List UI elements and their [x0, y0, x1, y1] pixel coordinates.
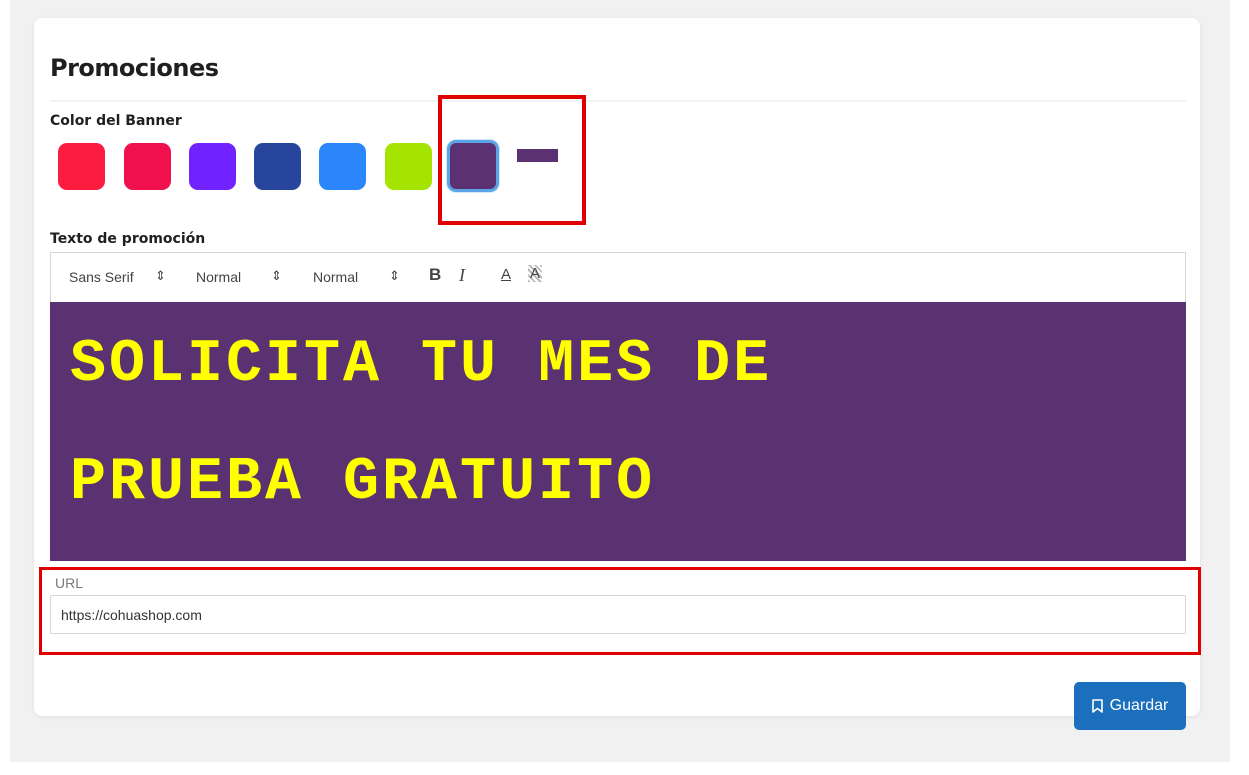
background-color-button[interactable]: A: [528, 265, 543, 282]
font-select[interactable]: Sans Serif: [69, 269, 134, 285]
save-button-label: Guardar: [1109, 697, 1169, 714]
bold-button[interactable]: B: [429, 265, 441, 285]
color-swatch-lime[interactable]: [385, 143, 432, 190]
color-swatch-pink[interactable]: [124, 143, 171, 190]
header-select[interactable]: Normal: [313, 269, 358, 285]
promo-text-label: Texto de promoción: [50, 231, 206, 247]
promo-text-line-2: PRUEBA GRATUITO: [70, 449, 656, 517]
color-swatch-red[interactable]: [58, 143, 105, 190]
size-select-arrow-icon: ⇕: [271, 268, 282, 283]
color-swatch-blue[interactable]: [319, 143, 366, 190]
banner-color-label: Color del Banner: [50, 113, 182, 129]
text-color-button[interactable]: A: [501, 266, 511, 283]
color-swatch-violet[interactable]: [189, 143, 236, 190]
title-divider: [50, 100, 1186, 102]
url-input[interactable]: [50, 595, 1186, 634]
color-swatch-navy[interactable]: [254, 143, 301, 190]
promo-text-editor[interactable]: SOLICITA TU MES DE PRUEBA GRATUITO: [50, 302, 1186, 561]
url-label: URL: [55, 575, 84, 591]
annotation-highlight-color: [438, 95, 586, 225]
promo-text-content: SOLICITA TU MES DE PRUEBA GRATUITO: [70, 306, 1166, 542]
page-title: Promociones: [50, 54, 219, 82]
italic-button[interactable]: I: [459, 265, 465, 286]
size-select[interactable]: Normal: [196, 269, 241, 285]
editor-toolbar: Sans Serif ⇕ Normal ⇕ Normal ⇕ B I A A: [50, 252, 1186, 302]
promo-text-line-1: SOLICITA TU MES DE: [70, 331, 773, 399]
bookmark-icon: [1091, 699, 1103, 713]
header-select-arrow-icon: ⇕: [389, 268, 400, 283]
font-select-arrow-icon: ⇕: [155, 268, 166, 283]
save-button[interactable]: Guardar: [1074, 682, 1186, 730]
